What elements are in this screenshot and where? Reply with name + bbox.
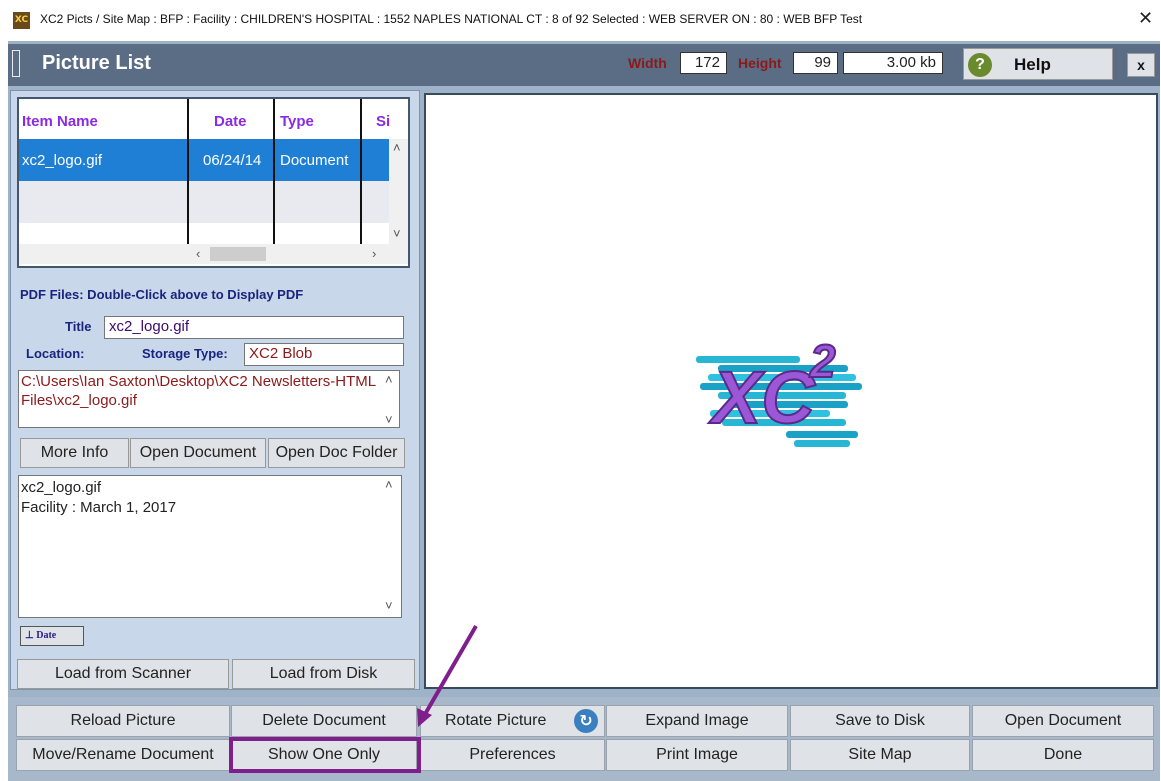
annotation-arrow [417,624,478,727]
arrow-head [417,708,432,727]
arrow-shaft [422,624,478,718]
